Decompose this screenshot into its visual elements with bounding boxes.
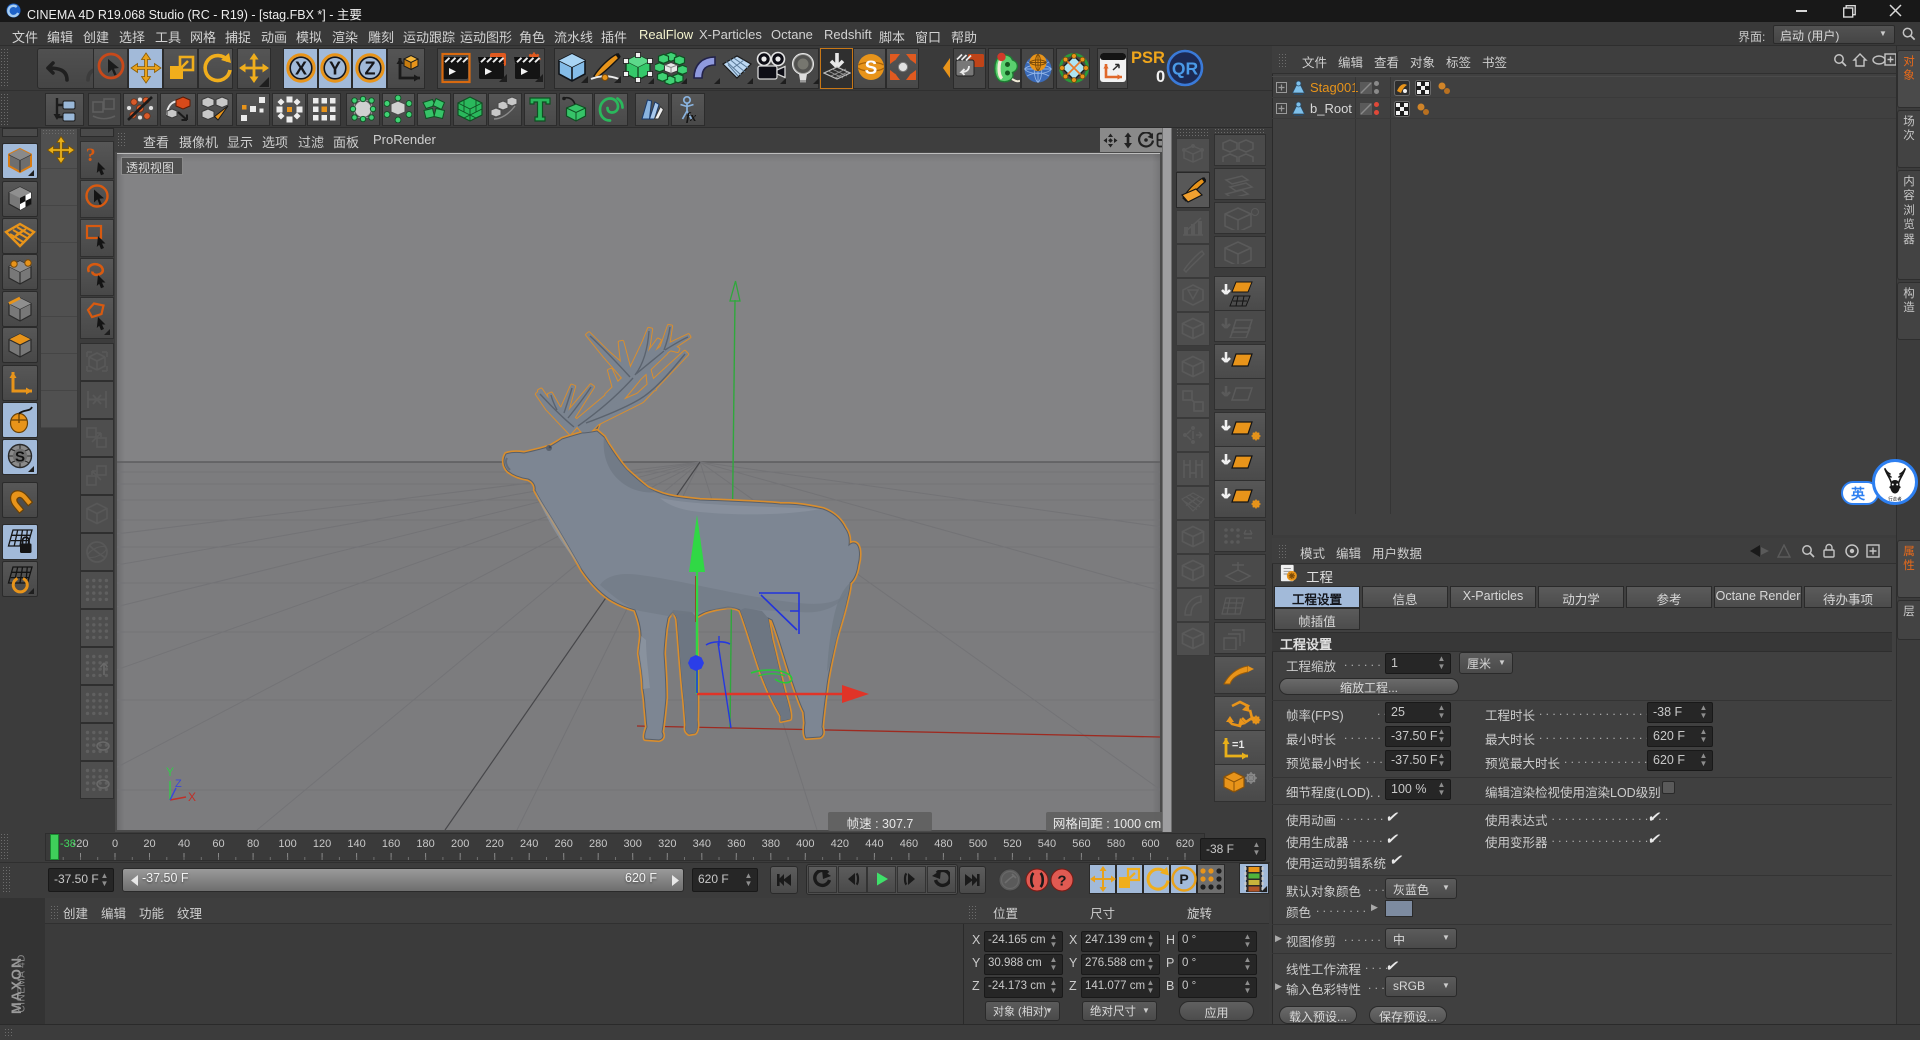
- svg-text:540: 540: [1038, 838, 1056, 850]
- svg-text:480: 480: [934, 838, 952, 850]
- svg-text:280: 280: [589, 838, 607, 850]
- svg-text:400: 400: [796, 838, 814, 850]
- svg-text:300: 300: [624, 838, 642, 850]
- svg-text:260: 260: [555, 838, 573, 850]
- svg-text:520: 520: [1003, 838, 1021, 850]
- svg-text:Z: Z: [364, 59, 375, 79]
- svg-text:0: 0: [112, 838, 118, 850]
- svg-text:460: 460: [900, 838, 918, 850]
- svg-text:620: 620: [1176, 838, 1194, 850]
- svg-text:20: 20: [143, 838, 155, 850]
- svg-text:340: 340: [693, 838, 711, 850]
- svg-text:S: S: [865, 58, 878, 79]
- svg-text:Y: Y: [329, 59, 341, 79]
- svg-text:40: 40: [178, 838, 190, 850]
- svg-text:380: 380: [762, 838, 780, 850]
- svg-text:580: 580: [1107, 838, 1125, 850]
- svg-text:80: 80: [247, 838, 259, 850]
- svg-text:P: P: [1179, 871, 1188, 887]
- svg-text:fx: fx: [686, 110, 696, 123]
- svg-text:?: ?: [86, 145, 96, 166]
- svg-text:Z: Z: [175, 778, 182, 790]
- svg-text:60: 60: [212, 838, 224, 850]
- svg-text:360: 360: [727, 838, 745, 850]
- svg-text:S: S: [15, 449, 25, 466]
- svg-text:QR: QR: [1172, 59, 1199, 79]
- svg-text:行走者: 行走者: [1888, 496, 1902, 503]
- svg-text:100: 100: [278, 838, 296, 850]
- svg-text:200: 200: [451, 838, 469, 850]
- svg-text:180: 180: [416, 838, 434, 850]
- svg-text:220: 220: [486, 838, 504, 850]
- svg-text:240: 240: [520, 838, 538, 850]
- svg-text:420: 420: [831, 838, 849, 850]
- svg-text:?: ?: [1057, 873, 1066, 890]
- svg-text:600: 600: [1141, 838, 1159, 850]
- svg-text:-20: -20: [73, 838, 89, 850]
- svg-text:140: 140: [347, 838, 365, 850]
- svg-text:440: 440: [865, 838, 883, 850]
- svg-text:560: 560: [1072, 838, 1090, 850]
- svg-text:X: X: [294, 59, 306, 79]
- svg-text:Y: Y: [166, 765, 174, 779]
- svg-text:160: 160: [382, 838, 400, 850]
- svg-text:320: 320: [658, 838, 676, 850]
- svg-text:500: 500: [969, 838, 987, 850]
- svg-text:120: 120: [313, 838, 331, 850]
- svg-text:=1: =1: [1232, 739, 1245, 751]
- svg-text:X: X: [188, 790, 196, 804]
